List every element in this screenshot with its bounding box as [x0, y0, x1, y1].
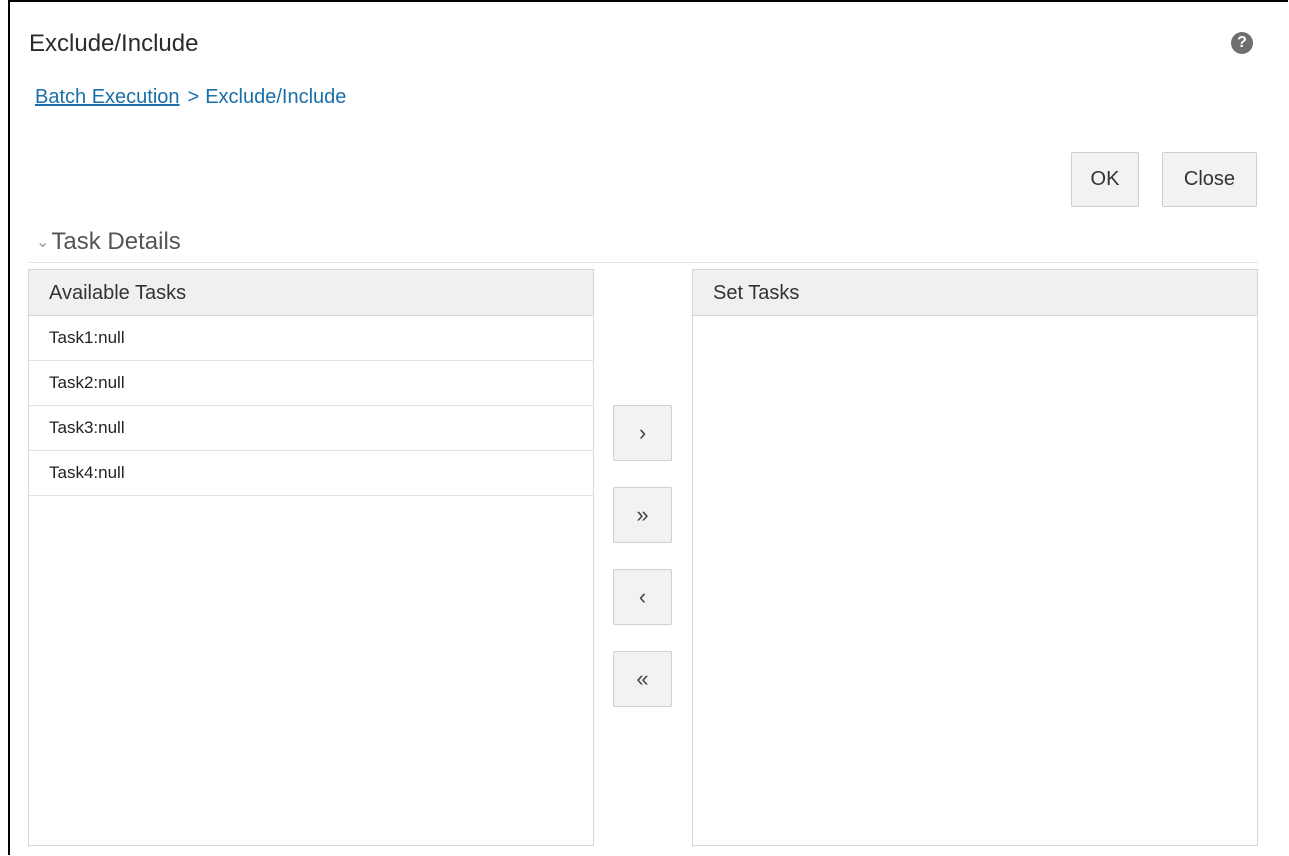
available-tasks-header: Available Tasks: [29, 270, 593, 316]
move-selected-button[interactable]: ›: [613, 405, 672, 461]
list-item[interactable]: Task4:null: [29, 451, 593, 496]
breadcrumb-current: Exclude/Include: [205, 86, 347, 108]
list-item[interactable]: Task3:null: [29, 406, 593, 451]
remove-selected-button[interactable]: ‹: [613, 569, 672, 625]
remove-all-button[interactable]: «: [613, 651, 672, 707]
move-all-button[interactable]: »: [613, 487, 672, 543]
task-details-section-toggle[interactable]: ⌄Task Details: [36, 228, 181, 256]
help-icon[interactable]: ?: [1231, 32, 1253, 54]
ok-button[interactable]: OK: [1071, 152, 1139, 207]
available-tasks-list[interactable]: Available Tasks Task1:null Task2:null Ta…: [28, 269, 594, 846]
set-tasks-header: Set Tasks: [693, 270, 1257, 316]
page-title: Exclude/Include: [29, 30, 199, 57]
breadcrumb-separator: >: [187, 86, 200, 108]
list-item[interactable]: Task1:null: [29, 316, 593, 361]
chevron-down-icon: ⌄: [36, 234, 50, 251]
section-divider: [28, 262, 1258, 263]
set-tasks-list[interactable]: Set Tasks: [692, 269, 1258, 846]
close-button[interactable]: Close: [1162, 152, 1257, 207]
breadcrumb: Batch Execution > Exclude/Include: [35, 86, 346, 109]
breadcrumb-link-batch-execution[interactable]: Batch Execution: [35, 86, 180, 108]
section-title: Task Details: [51, 228, 181, 255]
list-item[interactable]: Task2:null: [29, 361, 593, 406]
